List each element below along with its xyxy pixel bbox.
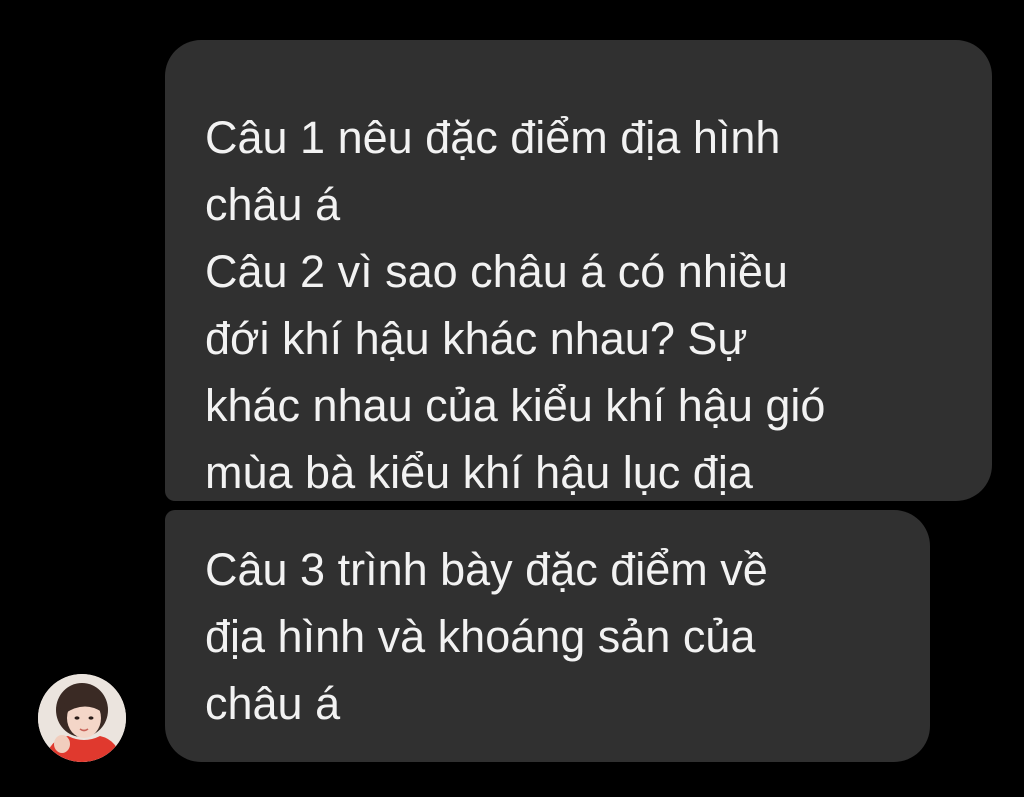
profile-photo-icon — [38, 674, 126, 762]
message-bubble[interactable]: Câu 1 nêu đặc điểm địa hình châu á Câu 2… — [165, 40, 992, 501]
message-line: Câu 3 trình bày đặc điểm về — [205, 544, 768, 595]
sender-avatar[interactable] — [38, 674, 126, 762]
message-line: Câu 2 vì sao châu á có nhiều — [205, 246, 788, 297]
message-line: Câu 1 nêu đặc điểm địa hình — [205, 112, 781, 163]
message-line: khác nhau của kiểu khí hậu gió — [205, 380, 826, 431]
message-line: châu á — [205, 678, 341, 729]
message-line: châu á — [205, 179, 341, 230]
message-bubble[interactable]: Câu 3 trình bày đặc điểm về địa hình và … — [165, 510, 930, 762]
message-line: đới khí hậu khác nhau? Sự — [205, 313, 748, 364]
message-line: địa hình và khoáng sản của — [205, 611, 756, 662]
message-line: mùa bà kiểu khí hậu lục địa — [205, 447, 753, 498]
message-thread: Câu 1 nêu đặc điểm địa hình châu á Câu 2… — [0, 0, 1024, 797]
